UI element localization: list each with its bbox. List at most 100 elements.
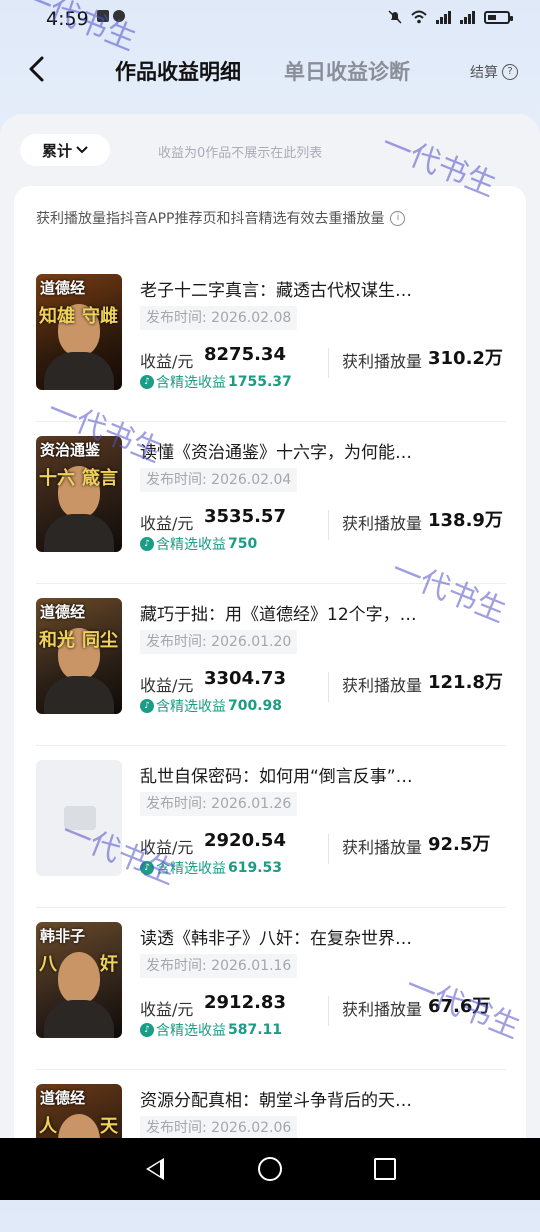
thumbnail-caption: 道德经 xyxy=(40,279,86,297)
work-list-item[interactable]: 韩非子 八 奸 读透《韩非子》八奸：在复杂世界… 发布时间: 2026.01.1… xyxy=(36,908,506,1070)
selected-revenue-label: 含精选收益 xyxy=(156,861,226,877)
publish-date-prefix: 发布时间: xyxy=(146,634,207,650)
work-thumbnail-placeholder[interactable] xyxy=(36,760,122,876)
work-list-item[interactable]: 道德经 和光 同尘 藏巧于拙：用《道德经》12个字，… 发布时间: 2026.0… xyxy=(36,584,506,746)
publish-date-value: 2026.02.06 xyxy=(211,1120,292,1136)
selected-revenue: ♪ 含精选收益 587.11 xyxy=(140,1020,282,1040)
work-thumbnail[interactable]: 韩非子 八 奸 xyxy=(36,922,122,1038)
divider xyxy=(328,672,329,702)
plays-value: 92.5万 xyxy=(428,834,491,855)
plays-label: 获利播放量 xyxy=(342,514,423,533)
period-dropdown-label: 累计 xyxy=(41,141,72,160)
thumbnail-caption: 韩非子 xyxy=(40,927,86,945)
work-title: 乱世自保密码：如何用“倒言反事”… xyxy=(140,767,413,787)
selected-revenue-value: 700.98 xyxy=(228,698,283,714)
mute-bell-icon xyxy=(388,10,402,24)
selected-revenue-value: 619.53 xyxy=(228,860,283,876)
revenue-value: 3304.73 xyxy=(204,668,286,689)
work-title: 老子十二字真言：藏透古代权谋生… xyxy=(140,281,412,301)
thumbnail-text-left: 人 xyxy=(39,1116,57,1137)
revenue-value: 2920.54 xyxy=(204,830,286,851)
selected-revenue: ♪ 含精选收益 1755.37 xyxy=(140,372,292,392)
plays-label: 获利播放量 xyxy=(342,352,423,371)
divider xyxy=(328,834,329,864)
revenue-value: 8275.34 xyxy=(204,344,286,365)
settle-label: 结算 xyxy=(470,65,498,81)
work-title: 读懂《资治通鉴》十六字，为何能… xyxy=(140,443,412,463)
work-title: 资源分配真相：朝堂斗争背后的天… xyxy=(140,1091,412,1111)
settle-button[interactable]: 结算 ? xyxy=(470,62,518,82)
thumbnail-text-right: 天 xyxy=(100,1116,118,1137)
thumbnail-caption: 道德经 xyxy=(40,1089,86,1107)
thumbnail-text-left: 十六 xyxy=(39,468,75,489)
battery-icon xyxy=(484,10,513,24)
selected-revenue-label: 含精选收益 xyxy=(156,375,226,391)
publish-date-value: 2026.01.16 xyxy=(211,958,292,974)
revenue-label: 收益/元 xyxy=(140,514,194,533)
info-icon[interactable]: i xyxy=(390,210,406,226)
tab-daily-revenue-diagnosis[interactable]: 单日收益诊断 xyxy=(284,56,410,86)
signal-icon xyxy=(460,10,475,24)
plays-value: 121.8万 xyxy=(428,672,503,693)
nav-recent-apps-icon[interactable] xyxy=(374,1158,396,1180)
revenue-value: 2912.83 xyxy=(204,992,286,1013)
selected-revenue-value: 750 xyxy=(228,536,258,552)
status-time: 4:59 xyxy=(46,8,89,30)
signal-icon xyxy=(436,10,451,24)
douyin-icon: ♪ xyxy=(140,861,154,875)
publish-date: 发布时间: 2026.01.20 xyxy=(140,630,298,654)
work-thumbnail[interactable]: 道德经 和光 同尘 xyxy=(36,598,122,714)
selected-revenue-label: 含精选收益 xyxy=(156,1023,226,1039)
work-list-item[interactable]: 乱世自保密码：如何用“倒言反事”… 发布时间: 2026.01.26 收益/元 … xyxy=(36,746,506,908)
thumbnail-caption: 资治通鉴 xyxy=(40,441,101,459)
thumbnail-text-right: 同尘 xyxy=(82,630,118,651)
plays-label: 获利播放量 xyxy=(342,676,423,695)
work-list-item[interactable]: 道德经 知雄 守雌 老子十二字真言：藏透古代权谋生… 发布时间: 2026.02… xyxy=(36,260,506,422)
image-placeholder-icon xyxy=(64,806,96,830)
publish-date: 发布时间: 2026.02.04 xyxy=(140,468,298,492)
douyin-icon: ♪ xyxy=(140,537,154,551)
publish-date-prefix: 发布时间: xyxy=(146,958,207,974)
selected-revenue-value: 587.11 xyxy=(228,1022,283,1038)
divider xyxy=(328,510,329,540)
revenue-label: 收益/元 xyxy=(140,838,194,857)
notification-icon xyxy=(113,10,125,22)
publish-date: 发布时间: 2026.01.16 xyxy=(140,954,298,978)
status-right xyxy=(388,10,513,24)
wifi-icon xyxy=(411,10,427,24)
nav-home-icon[interactable] xyxy=(258,1157,282,1181)
work-title: 读透《韩非子》八奸：在复杂世界… xyxy=(140,929,412,949)
selected-revenue: ♪ 含精选收益 619.53 xyxy=(140,858,282,878)
plays-label: 获利播放量 xyxy=(342,1000,423,1019)
tab-work-revenue-detail[interactable]: 作品收益明细 xyxy=(115,56,241,86)
status-bar: 4:59 xyxy=(0,0,540,40)
work-thumbnail[interactable]: 道德经 知雄 守雌 xyxy=(36,274,122,390)
douyin-icon: ♪ xyxy=(140,699,154,713)
nav-back-icon[interactable] xyxy=(146,1158,164,1180)
publish-date-prefix: 发布时间: xyxy=(146,796,207,812)
revenue-label: 收益/元 xyxy=(140,352,194,371)
help-icon: ? xyxy=(502,64,518,80)
notification-icons xyxy=(97,10,125,22)
works-list-card: 获利播放量指抖音APP推荐页和抖音精选有效去重播放量 i 道德经 知雄 守雌 老… xyxy=(14,186,526,1200)
chevron-down-icon xyxy=(76,146,88,154)
selected-revenue: ♪ 含精选收益 750 xyxy=(140,534,257,554)
period-dropdown[interactable]: 累计 xyxy=(20,134,110,166)
revenue-label: 收益/元 xyxy=(140,1000,194,1019)
douyin-icon: ♪ xyxy=(140,1023,154,1037)
douyin-icon: ♪ xyxy=(140,375,154,389)
selected-revenue-label: 含精选收益 xyxy=(156,699,226,715)
filter-hint: 收益为0作品不展示在此列表 xyxy=(158,146,323,161)
selected-revenue-value: 1755.37 xyxy=(228,374,292,390)
plays-label: 获利播放量 xyxy=(342,838,423,857)
publish-date-prefix: 发布时间: xyxy=(146,1120,207,1136)
thumbnail-text-right: 守雌 xyxy=(82,306,118,327)
revenue-label: 收益/元 xyxy=(140,676,194,695)
publish-date: 发布时间: 2026.02.08 xyxy=(140,306,298,330)
work-thumbnail[interactable]: 资治通鉴 十六 箴言 xyxy=(36,436,122,552)
thumbnail-caption: 道德经 xyxy=(40,603,86,621)
thumbnail-text-left: 知雄 xyxy=(39,306,75,327)
work-list-item[interactable]: 资治通鉴 十六 箴言 读懂《资治通鉴》十六字，为何能… 发布时间: 2026.0… xyxy=(36,422,506,584)
notification-icon xyxy=(97,10,109,22)
back-arrow-icon[interactable] xyxy=(24,54,52,84)
